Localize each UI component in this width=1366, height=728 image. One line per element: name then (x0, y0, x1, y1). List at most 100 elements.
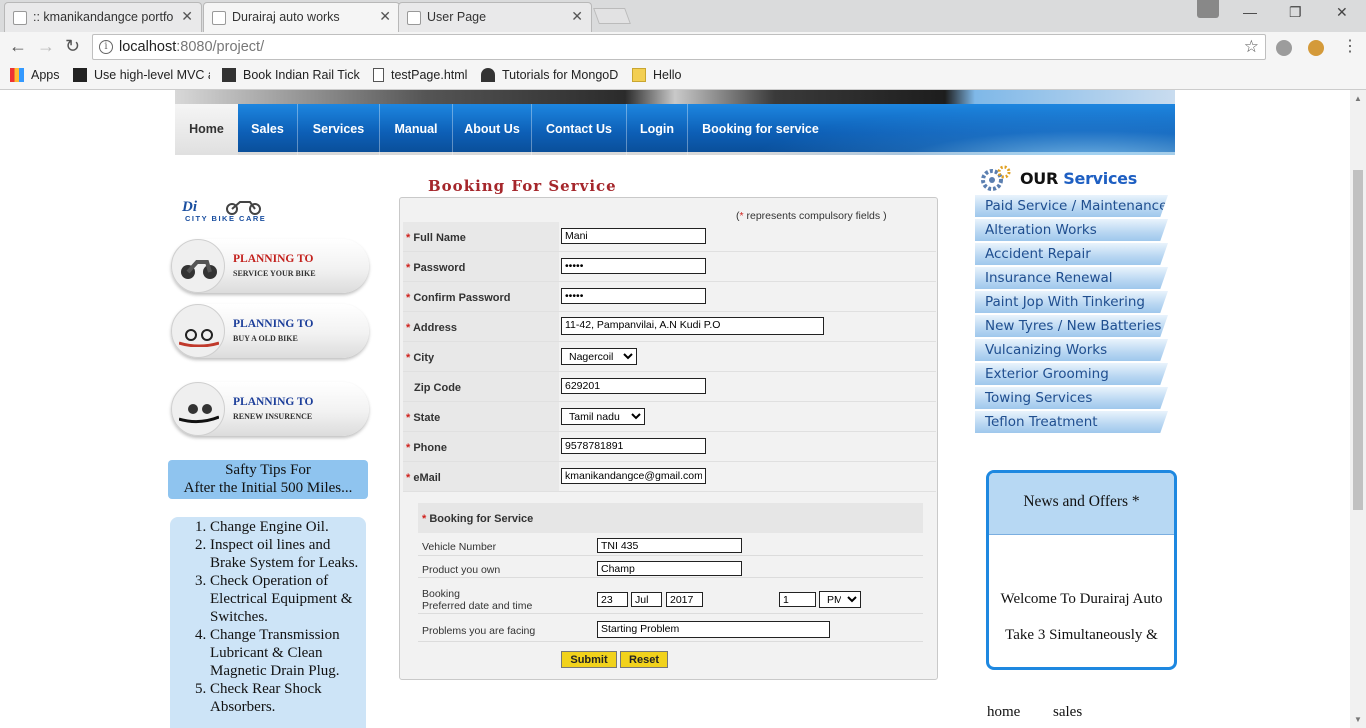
news-heading: News and Offers * (989, 473, 1174, 535)
scroll-up-arrow-icon[interactable]: ▲ (1354, 94, 1362, 103)
promo-buy-old-bike[interactable]: PLANNING TO BUY A OLD BIKE (171, 304, 369, 358)
forward-arrow-icon[interactable]: → (37, 36, 55, 57)
vehicle-number-input[interactable] (597, 538, 742, 553)
browser-tab-portfolio[interactable]: :: kmanikandangce portfo ✕ (4, 2, 202, 32)
nav-booking-for-service[interactable]: Booking for service (688, 104, 833, 155)
address-textarea[interactable]: 11-42, Pampanvilai, A.N Kudi P.O (561, 317, 824, 335)
service-vulcanizing-works[interactable]: Vulcanizing Works (975, 339, 1168, 361)
label-text: State (413, 412, 441, 424)
label-text: Zip Code (414, 382, 462, 394)
nav-contact-us[interactable]: Contact Us (532, 104, 627, 155)
bookmark-testpage[interactable]: testPage.html (373, 68, 467, 82)
label-text: City (413, 352, 435, 364)
nav-home[interactable]: Home (175, 104, 238, 155)
promo-renew-insurance[interactable]: PLANNING TO RENEW INSURENCE (171, 382, 369, 436)
problems-textarea[interactable]: Starting Problem (597, 621, 830, 638)
reset-button[interactable]: Reset (620, 651, 668, 668)
compulsory-text: represents compulsory fields ) (743, 210, 887, 222)
restore-icon[interactable]: ❐ (1289, 4, 1302, 21)
phone-input[interactable] (561, 438, 706, 454)
bookmark-rail[interactable]: Book Indian Rail Ticke (222, 68, 360, 82)
compulsory-note: (* represents compulsory fields ) (736, 210, 887, 222)
nav-sales[interactable]: Sales (238, 104, 298, 155)
new-tab-button[interactable] (593, 8, 631, 24)
scroll-down-arrow-icon[interactable]: ▼ (1354, 715, 1362, 724)
info-icon[interactable]: i (99, 40, 113, 54)
minimize-icon[interactable]: — (1243, 4, 1257, 20)
promo-title: PLANNING TO (233, 253, 314, 265)
product-input[interactable] (597, 561, 742, 576)
news-item[interactable]: Take 3 Simultaneously & (989, 627, 1174, 644)
window-close-icon[interactable]: ✕ (1336, 4, 1348, 21)
year-input[interactable] (666, 592, 703, 607)
nav-manual[interactable]: Manual (380, 104, 453, 155)
password-input[interactable] (561, 258, 706, 274)
java-extension-icon[interactable] (1308, 40, 1324, 56)
product-row: Product you own (418, 556, 923, 578)
nav-about-us[interactable]: About Us (453, 104, 532, 155)
url-host: localhost (119, 39, 177, 55)
nav-services[interactable]: Services (298, 104, 380, 155)
bookmark-mvc[interactable]: Use high-level MVC a (73, 68, 210, 82)
page-favicon-icon (13, 11, 27, 25)
bookmark-apps[interactable]: Apps (10, 68, 60, 82)
city-row: * City Nagercoil (403, 342, 936, 372)
url-path: :8080/project/ (176, 39, 265, 55)
vertical-scrollbar[interactable]: ▲ ▼ (1350, 90, 1366, 728)
close-icon[interactable]: ✕ (379, 8, 391, 25)
reload-icon[interactable]: ↻ (65, 36, 80, 57)
service-alteration-works[interactable]: Alteration Works (975, 219, 1168, 241)
required-mark: * (422, 513, 427, 525)
back-arrow-icon[interactable]: ← (9, 36, 27, 57)
service-paid-maintenance[interactable]: Paid Service / Maintenance (975, 195, 1168, 217)
submit-button[interactable]: Submit (561, 651, 617, 668)
ampm-select[interactable]: PM (819, 591, 861, 608)
confirm-password-input[interactable] (561, 288, 706, 304)
label-text: Password (413, 262, 466, 274)
field-label: * Address (403, 312, 559, 341)
address-bar[interactable]: i localhost:8080/project/ ☆ (92, 34, 1266, 60)
service-insurance-renewal[interactable]: Insurance Renewal (975, 267, 1168, 289)
service-exterior-grooming[interactable]: Exterior Grooming (975, 363, 1168, 385)
logo-bike-icon: Di (181, 199, 261, 215)
service-teflon-treatment[interactable]: Teflon Treatment (975, 411, 1168, 433)
city-select[interactable]: Nagercoil (561, 348, 637, 365)
service-towing[interactable]: Towing Services (975, 387, 1168, 409)
bookmark-label: Book Indian Rail Ticke (243, 68, 360, 82)
bookmark-hello[interactable]: Hello (632, 68, 682, 82)
nav-login[interactable]: Login (627, 104, 688, 155)
scrollbar-thumb[interactable] (1353, 170, 1363, 510)
service-paint-tinkering[interactable]: Paint Jop With Tinkering (975, 291, 1168, 313)
bookmark-label: testPage.html (391, 68, 468, 82)
menu-dots-icon[interactable]: ⋮ (1342, 36, 1358, 56)
promo-service-bike[interactable]: PLANNING TO SERVICE YOUR BIKE (171, 239, 369, 293)
zip-code-input[interactable] (561, 378, 706, 394)
footer-link-home[interactable]: home (987, 704, 1020, 721)
bookmark-mongodb[interactable]: Tutorials for MongoD (481, 68, 647, 82)
profile-icon[interactable] (1197, 0, 1219, 18)
insurance-hand-icon (171, 382, 225, 436)
email-input[interactable] (561, 468, 706, 484)
close-icon[interactable]: ✕ (181, 8, 193, 25)
browser-tab-user-page[interactable]: User Page ✕ (398, 2, 592, 32)
field-label: * Password (403, 252, 559, 281)
bookmark-star-icon[interactable]: ☆ (1244, 37, 1259, 57)
month-input[interactable] (631, 592, 662, 607)
browser-tab-durairaj[interactable]: Durairaj auto works ✕ (203, 2, 400, 32)
news-item[interactable]: Welcome To Durairaj Auto (989, 591, 1174, 608)
footer-link-sales[interactable]: sales (1053, 704, 1082, 721)
service-accident-repair[interactable]: Accident Repair (975, 243, 1168, 265)
tab-title: :: kmanikandangce portfo (33, 10, 174, 24)
field-label: Zip Code (403, 372, 559, 401)
state-select[interactable]: Tamil nadu (561, 408, 645, 425)
hour-input[interactable] (779, 592, 816, 607)
service-new-tyres-batteries[interactable]: New Tyres / New Batteries (975, 315, 1168, 337)
extension-icon[interactable] (1276, 40, 1292, 56)
bookmark-label: Tutorials for MongoD (502, 68, 619, 82)
label-text: Full Name (413, 232, 466, 244)
day-input[interactable] (597, 592, 628, 607)
close-icon[interactable]: ✕ (571, 8, 583, 25)
full-name-input[interactable] (561, 228, 706, 244)
bookmark-label: Apps (31, 68, 60, 82)
list-item: Check Rear Shock Absorbers. (210, 680, 366, 716)
